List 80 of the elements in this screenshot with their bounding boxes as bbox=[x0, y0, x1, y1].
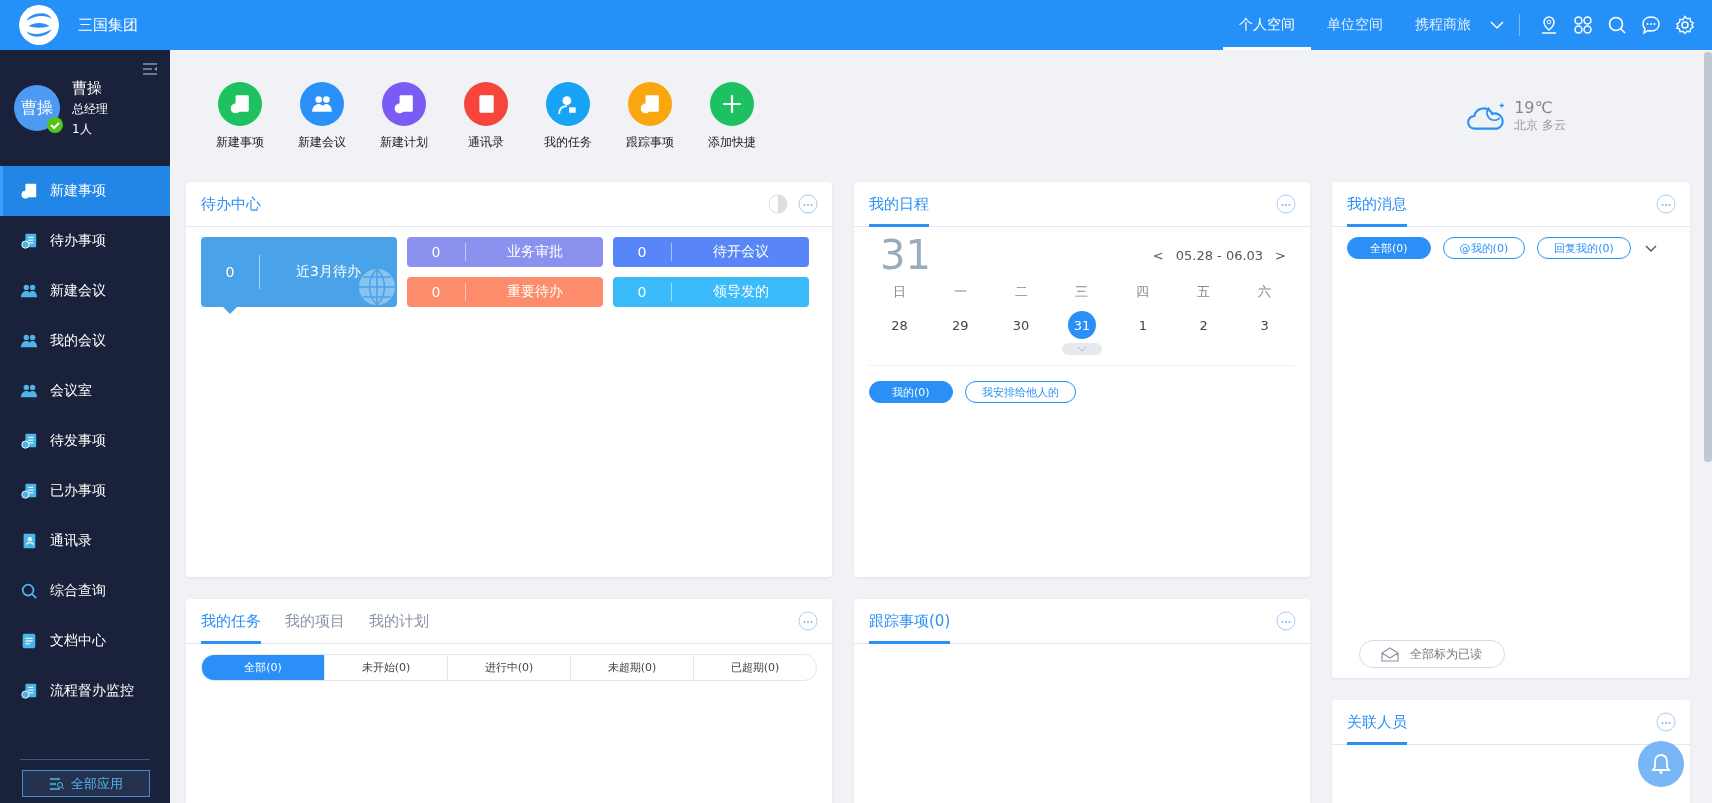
date-range: 05.28 - 06.03 bbox=[1175, 247, 1264, 263]
quick-action[interactable]: 添加快捷 bbox=[710, 81, 754, 151]
calendar-day[interactable]: 1 bbox=[1128, 311, 1157, 339]
sidebar-item[interactable]: 综合查询 bbox=[0, 566, 170, 616]
weekday-label: 四 bbox=[1135, 283, 1151, 301]
list-search-icon bbox=[49, 776, 65, 791]
more-icon[interactable] bbox=[1656, 712, 1676, 732]
sidebar-item[interactable]: 文档中心 bbox=[0, 616, 170, 666]
filter-segment[interactable]: 进行中(0) bbox=[447, 655, 570, 680]
sidebar-item[interactable]: 待发事项 bbox=[0, 416, 170, 466]
filter-pill[interactable]: 我安排给他人的 bbox=[964, 381, 1076, 403]
weekday-label: 日 bbox=[891, 283, 907, 301]
sidebar-item[interactable]: 我的会议 bbox=[0, 316, 170, 366]
search-icon[interactable] bbox=[1607, 15, 1627, 35]
calendar-day[interactable]: 28 bbox=[885, 311, 914, 339]
expand-icon[interactable] bbox=[1062, 343, 1102, 355]
quick-action[interactable]: 我的任务 bbox=[546, 81, 590, 151]
calendar-day[interactable]: 29 bbox=[946, 311, 975, 339]
filter-segment[interactable]: 未开始(0) bbox=[324, 655, 447, 680]
all-apps-button[interactable]: 全部应用 bbox=[22, 770, 150, 797]
sidebar-icon bbox=[20, 382, 38, 400]
filter-segment[interactable]: 已超期(0) bbox=[693, 655, 816, 680]
sidebar-icon bbox=[20, 582, 38, 600]
weekday-label: 六 bbox=[1257, 283, 1273, 301]
tile-pointer bbox=[223, 307, 237, 314]
chat-icon[interactable] bbox=[1641, 15, 1661, 35]
more-icon[interactable] bbox=[798, 611, 818, 631]
more-icon[interactable] bbox=[1276, 194, 1296, 214]
sidebar-icon bbox=[20, 432, 38, 450]
sidebar-item[interactable]: 流程督办监控 bbox=[0, 666, 170, 716]
weekday-label: 五 bbox=[1196, 283, 1212, 301]
sidebar-item[interactable]: 通讯录 bbox=[0, 516, 170, 566]
contrast-icon[interactable] bbox=[768, 194, 788, 214]
card-title: 待办中心 bbox=[201, 194, 261, 214]
sidebar-icon bbox=[20, 682, 38, 700]
quick-action[interactable]: 通讯录 bbox=[464, 81, 508, 151]
sidebar-item[interactable]: 新建事项 bbox=[0, 166, 170, 216]
quick-action[interactable]: 新建事项 bbox=[218, 81, 262, 151]
sidebar-icon bbox=[20, 282, 38, 300]
weekday-label: 三 bbox=[1074, 283, 1090, 301]
calendar-day[interactable]: 2 bbox=[1189, 311, 1218, 339]
sidebar-icon bbox=[20, 482, 38, 500]
filter-pill[interactable]: @我的(0) bbox=[1442, 237, 1526, 259]
quick-action[interactable]: 新建会议 bbox=[300, 81, 344, 151]
weather-description: 北京 多云 bbox=[1514, 117, 1566, 134]
sidebar-icon bbox=[20, 632, 38, 650]
envelope-icon bbox=[1380, 646, 1400, 662]
sidebar-icon bbox=[20, 182, 38, 200]
collapse-icon[interactable] bbox=[142, 62, 158, 76]
weekday-label: 一 bbox=[952, 283, 968, 301]
calendar-day[interactable]: 3 bbox=[1250, 311, 1279, 339]
next-button[interactable]: > bbox=[1275, 247, 1286, 263]
big-date: 31 bbox=[880, 233, 931, 277]
previous-button[interactable]: < bbox=[1152, 247, 1164, 263]
apps-icon[interactable] bbox=[1573, 15, 1593, 35]
more-icon[interactable] bbox=[1656, 194, 1676, 214]
filter-segment[interactable]: 未超期(0) bbox=[570, 655, 693, 680]
sidebar-item[interactable]: 已办事项 bbox=[0, 466, 170, 516]
user-name: 曹操 bbox=[72, 78, 103, 98]
bell-icon bbox=[1649, 752, 1673, 776]
more-icon[interactable] bbox=[1276, 611, 1296, 631]
sidebar-item[interactable]: 会议室 bbox=[0, 366, 170, 416]
filter-pill[interactable]: 回复我的(0) bbox=[1537, 237, 1631, 259]
temperature: 19℃ bbox=[1514, 98, 1554, 117]
quick-action[interactable]: 新建计划 bbox=[382, 81, 426, 151]
sidebar-item[interactable]: 新建会议 bbox=[0, 266, 170, 316]
sidebar-icon bbox=[20, 232, 38, 250]
sidebar-item[interactable]: 待办事项 bbox=[0, 216, 170, 266]
quick-action[interactable]: 跟踪事项 bbox=[628, 81, 672, 151]
location-icon[interactable] bbox=[1539, 15, 1559, 35]
sidebar-icon bbox=[20, 332, 38, 350]
calendar-day[interactable]: 30 bbox=[1007, 311, 1036, 339]
user-count: 1人 bbox=[72, 120, 93, 138]
user-title: 总经理 bbox=[72, 100, 108, 118]
weekday-label: 二 bbox=[1013, 283, 1029, 301]
logo-icon bbox=[18, 4, 60, 46]
settings-icon[interactable] bbox=[1675, 15, 1695, 35]
mark-all-read-button[interactable]: 全部标为已读 bbox=[1359, 640, 1505, 668]
more-icon[interactable] bbox=[798, 194, 818, 214]
company-name: 三国集团 bbox=[78, 15, 138, 35]
